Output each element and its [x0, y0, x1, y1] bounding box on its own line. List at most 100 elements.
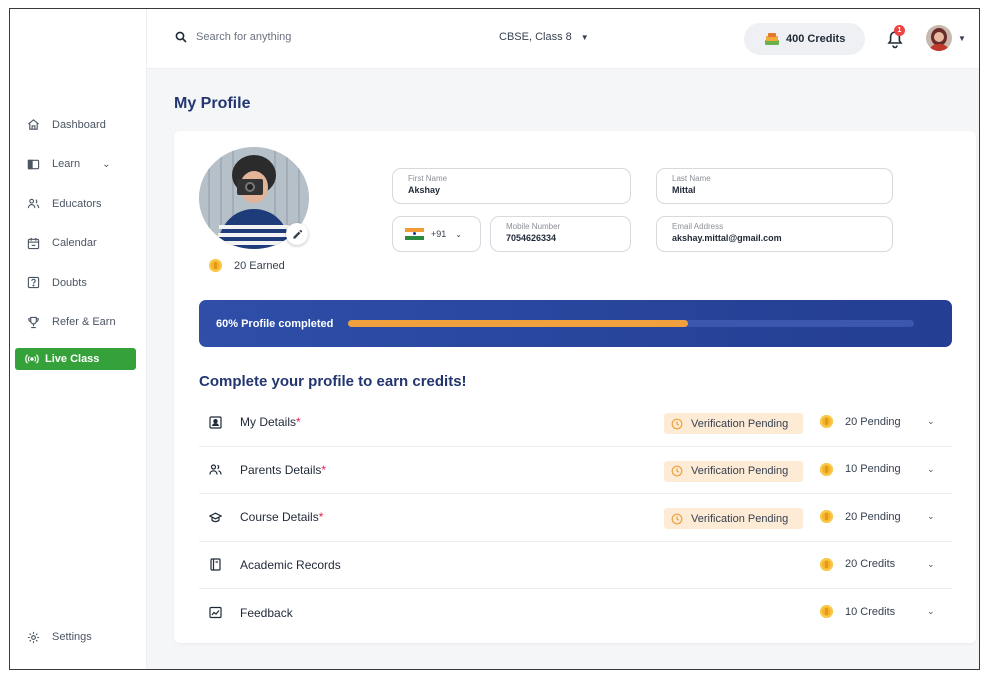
sidebar-item-doubts[interactable]: Doubts [10, 263, 147, 303]
settings-label: Settings [52, 631, 92, 644]
page-title: My Profile [174, 95, 251, 112]
search-icon [175, 31, 187, 43]
home-icon [28, 119, 39, 130]
question-icon [27, 277, 40, 289]
progress-track [348, 320, 915, 327]
email-label: Email Address [672, 222, 724, 231]
first-name-label: First Name [408, 174, 448, 183]
last-name-value: Mittal [672, 185, 696, 195]
section-credits: 10 Credits [820, 605, 895, 618]
coin-icon [209, 259, 222, 272]
country-code-value: +91 [431, 229, 447, 239]
coin-icon [820, 605, 833, 618]
section-row-academic-records[interactable]: Academic Records 20 Credits ⌄ [199, 542, 952, 589]
section-title: Complete your profile to earn credits! [199, 373, 467, 390]
required-mark: * [321, 462, 327, 477]
sidebar-item-label: Calendar [52, 237, 97, 250]
app-frame: Dashboard Learn ⌄ Educators Calendar Dou… [9, 8, 980, 670]
mobile-number-field[interactable]: Mobile Number 7054626334 [490, 216, 631, 252]
credits-button[interactable]: 400 Credits [744, 23, 865, 55]
section-label: Parents Details* [240, 462, 327, 477]
sidebar-item-educators[interactable]: Educators [10, 184, 147, 224]
credits-value: 10 Credits [845, 605, 896, 618]
coin-icon [820, 510, 833, 523]
section-row-feedback[interactable]: Feedback 10 Credits ⌄ [199, 589, 952, 637]
chevron-down-icon[interactable]: ⌄ [927, 416, 935, 427]
sidebar-item-live-class[interactable]: Live Class [15, 348, 136, 370]
user-avatar[interactable] [926, 25, 952, 51]
calendar-icon [27, 237, 40, 249]
board-class-selector[interactable]: CBSE, Class 8 ▼ [499, 31, 589, 43]
pencil-icon [292, 229, 302, 239]
section-credits: 20 Credits [820, 557, 895, 571]
section-label: Course Details* [240, 510, 324, 525]
profile-card: 20 Earned First Name Akshay Last Name Mi… [174, 131, 976, 643]
coin-stack-icon [765, 33, 779, 45]
trophy-icon [28, 316, 39, 328]
sidebar-item-label: Doubts [52, 276, 87, 289]
last-name-field[interactable]: Last Name Mittal [656, 168, 893, 204]
profile-progress-banner: 60% Profile completed [199, 300, 952, 347]
progress-label: 60% Profile completed [216, 317, 334, 330]
coin-icon [820, 415, 833, 428]
credits-label: 400 Credits [786, 33, 846, 45]
parents-icon [209, 464, 222, 475]
sidebar-item-label: Learn [52, 158, 81, 171]
verification-status-badge: Verification Pending [664, 460, 803, 482]
sidebar-item-refer-earn[interactable]: Refer & Earn [10, 303, 147, 343]
chevron-down-icon[interactable]: ⌄ [927, 606, 935, 617]
section-row-parents-details[interactable]: Parents Details* Verification Pending 10… [199, 447, 952, 494]
section-row-my-details[interactable]: My Details* Verification Pending 20 Pend… [199, 399, 952, 447]
sidebar-item-dashboard[interactable]: Dashboard [10, 105, 147, 145]
required-mark: * [296, 415, 301, 430]
credits-value: 10 Pending [845, 463, 901, 475]
country-code-select[interactable]: +91 ⌄ [392, 216, 481, 252]
verification-status-badge: Verification Pending [664, 508, 803, 529]
sidebar-item-settings[interactable]: Settings [10, 618, 147, 658]
clock-icon [671, 513, 683, 524]
section-credits: 20 Pending [820, 415, 901, 428]
section-label: My Details* [240, 415, 301, 430]
chevron-down-icon: ⌄ [455, 229, 462, 239]
sidebar-item-label: Refer & Earn [52, 316, 116, 329]
id-card-icon [209, 416, 222, 429]
sidebar-item-label: Dashboard [52, 118, 106, 131]
mobile-number-value: 7054626334 [506, 233, 557, 243]
avatar-caret-icon[interactable]: ▼ [958, 34, 966, 43]
edit-photo-button[interactable] [286, 223, 308, 245]
email-field[interactable]: Email Address akshay.mittal@gmail.com [656, 216, 893, 252]
sidebar-item-learn[interactable]: Learn ⌄ [10, 145, 147, 185]
sidebar-item-calendar[interactable]: Calendar [10, 224, 147, 264]
search-input[interactable]: Search for anything [175, 31, 291, 43]
credits-value: 20 Pending [845, 415, 901, 428]
people-icon [27, 199, 40, 209]
search-placeholder: Search for anything [196, 31, 292, 43]
first-name-field[interactable]: First Name Akshay [392, 168, 631, 204]
settings-area: Settings [10, 618, 147, 658]
earned-credits: 20 Earned [209, 259, 285, 272]
section-label: Feedback [240, 605, 293, 620]
coin-icon [820, 462, 833, 476]
india-flag-icon [405, 228, 424, 240]
board-class-label: CBSE, Class 8 [499, 31, 572, 43]
section-row-course-details[interactable]: Course Details* Verification Pending 20 … [199, 494, 952, 542]
chevron-down-icon[interactable]: ⌄ [102, 159, 110, 170]
gear-icon [27, 631, 40, 643]
clock-icon [671, 465, 683, 477]
notifications-button[interactable]: 1 [884, 25, 906, 49]
status-label: Verification Pending [691, 417, 789, 430]
email-value: akshay.mittal@gmail.com [672, 233, 782, 243]
section-credits: 10 Pending [820, 462, 901, 476]
profile-sections-list: My Details* Verification Pending 20 Pend… [199, 399, 952, 637]
chevron-down-icon[interactable]: ⌄ [927, 464, 935, 475]
feedback-icon [209, 607, 222, 619]
required-mark: * [318, 510, 324, 525]
sidebar-item-label: Educators [52, 197, 102, 210]
chevron-down-icon[interactable]: ⌄ [927, 559, 935, 570]
section-credits: 20 Pending [820, 510, 901, 523]
clock-icon [671, 418, 683, 429]
sidebar-nav: Dashboard Learn ⌄ Educators Calendar Dou… [10, 105, 147, 370]
notebook-icon [210, 558, 221, 571]
last-name-label: Last Name [672, 174, 711, 183]
chevron-down-icon[interactable]: ⌄ [927, 511, 935, 522]
